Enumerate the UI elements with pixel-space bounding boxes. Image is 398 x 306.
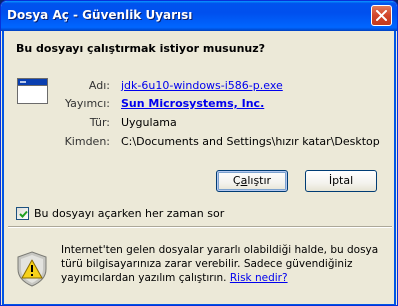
file-name-label: Adı:: [88, 79, 110, 92]
risk-link[interactable]: Risk nedir?: [230, 272, 288, 284]
file-name-row: Adı: jdk-6u10-windows-i586-p.exe: [4, 79, 397, 93]
from-label: Kimden:: [64, 135, 110, 148]
close-icon: [376, 10, 387, 21]
checkmark-icon: [19, 210, 28, 218]
publisher-row: Yayımcı: Sun Microsystems, Inc.: [4, 97, 397, 111]
separator: [8, 226, 392, 228]
shield-warning-icon: [17, 251, 47, 287]
close-button[interactable]: [371, 5, 392, 26]
run-button-label-start: Ç: [232, 174, 241, 187]
security-warning-dialog: Dosya Aç - Güvenlik Uyarısı Bu dosyayı ç…: [0, 0, 398, 306]
always-ask-label: Bu dosyayı açarken her zaman sor: [34, 207, 225, 220]
window-title: Dosya Aç - Güvenlik Uyarısı: [7, 8, 193, 22]
question-heading: Bu dosyayı çalıştırmak istiyor musunuz?: [16, 42, 266, 55]
type-value: Uygulama: [121, 116, 177, 129]
from-value: C:\Documents and Settings\hızır katar\De…: [121, 135, 380, 148]
run-button-label-end: lıştır: [247, 174, 272, 187]
file-name-link[interactable]: jdk-6u10-windows-i586-p.exe: [121, 79, 283, 92]
publisher-label: Yayımcı:: [64, 97, 110, 110]
type-label: Tür:: [89, 116, 110, 129]
always-ask-checkbox[interactable]: [16, 207, 29, 220]
type-row: Tür: Uygulama: [4, 116, 397, 130]
title-bar[interactable]: Dosya Aç - Güvenlik Uyarısı: [1, 1, 397, 31]
run-button[interactable]: Çalıştır: [216, 170, 288, 192]
warning-message: Internet'ten gelen dosyalar yararlı olab…: [61, 243, 386, 285]
cancel-button-label: İptal: [328, 174, 354, 187]
from-row: Kimden: C:\Documents and Settings\hızır …: [4, 135, 397, 149]
publisher-link[interactable]: Sun Microsystems, Inc.: [121, 97, 264, 110]
cancel-button[interactable]: İptal: [305, 170, 377, 192]
dialog-body: Bu dosyayı çalıştırmak istiyor musunuz? …: [2, 31, 397, 305]
warning-text: Internet'ten gelen dosyalar yararlı olab…: [61, 244, 379, 284]
